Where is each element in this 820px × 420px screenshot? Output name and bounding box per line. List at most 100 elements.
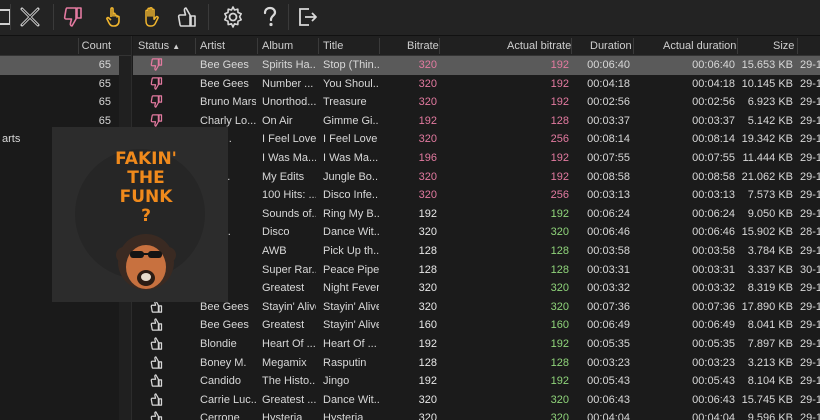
left-list-item[interactable]: 65 [0, 56, 131, 75]
cell-date: 29-1 [800, 337, 820, 350]
thumb-up-icon[interactable] [149, 317, 164, 335]
table-row[interactable]: pre...Super Rar...Peace Pipe12812800:03:… [133, 261, 820, 280]
cover-line-3: FUNK [120, 187, 174, 207]
thumb-down-icon [63, 7, 82, 27]
settings-button[interactable] [218, 2, 248, 32]
cell-artist: Boney M. [200, 356, 247, 369]
cell-dur: 00:08:14 [587, 133, 630, 146]
table-row[interactable]: nd V...DiscoDance Wit...32032000:06:4600… [133, 223, 820, 242]
header-actual-duration[interactable]: Actual duration [663, 40, 736, 52]
table-row[interactable]: Bee Gees Greatest Stayin' Alive 160 160 00:06… [133, 316, 820, 335]
cell-date: 29-1 [800, 59, 820, 71]
left-item-count: 65 [98, 114, 111, 127]
thumb-up-icon[interactable] [149, 373, 164, 391]
thumb-down-icon[interactable] [149, 57, 164, 75]
header-bitrate[interactable]: Bitrate [407, 40, 439, 52]
cell-dur: 00:06:40 [587, 59, 630, 71]
table-row[interactable]: Blondie Heart Of ... Heart Of ... 192 192 00:… [133, 335, 820, 354]
cell-size: 3.213 KB [747, 356, 793, 369]
cell-adur: 00:05:35 [692, 337, 735, 350]
cell-adur: 00:03:23 [692, 356, 735, 369]
table-row[interactable]: Cerrone Hysteria Hysteria 320 320 00:04:04 00:… [133, 409, 820, 420]
left-header: Count [0, 36, 131, 56]
cell-size: 3.784 KB [747, 244, 793, 257]
cell-bitrate: 320 [418, 77, 437, 90]
cell-album: Number ... [262, 77, 314, 90]
cell-size: 10.145 KB [741, 77, 793, 90]
help-button[interactable] [255, 2, 285, 32]
thumb-up-icon[interactable] [149, 355, 164, 373]
cell-adur: 00:07:55 [692, 151, 735, 164]
header-actual-bitrate[interactable]: Actual bitrate [507, 40, 571, 52]
table-row[interactable]: Bee Gees Stayin' Alive Stayin' Alive 320 320… [133, 298, 820, 317]
cell-adur: 00:02:56 [692, 96, 735, 109]
header-album[interactable]: Album [262, 40, 293, 52]
cell-abitrate: 192 [550, 337, 569, 350]
cell-bitrate: 320 [418, 393, 437, 406]
thumb-up-icon [177, 7, 196, 27]
cell-title: Gimme Gi... [323, 114, 379, 127]
table-row[interactable]: Boney M. Megamix Rasputin 128 128 00:03:23 00:… [133, 354, 820, 373]
close-x-button[interactable] [15, 2, 45, 32]
table-row[interactable]: Carrie Luc... Greatest ... Dance Wit... 320… [133, 391, 820, 410]
table-row[interactable]: Bee Gees Spirits Ha... Stop (Thin... 320 192… [133, 56, 820, 75]
table-row[interactable]: WardSounds of...Ring My B...19219200:06:… [133, 205, 820, 224]
cell-dur: 00:07:36 [587, 300, 630, 313]
table-row[interactable]: Bee Gees Number ... You Shoul... 320 192 00:0… [133, 75, 820, 94]
thumb-up-icon[interactable] [149, 410, 164, 420]
table-row[interactable]: Bruno Mars Unorthod... Treasure 320 192 00:02… [133, 93, 820, 112]
cell-dur: 00:02:56 [587, 96, 630, 109]
cell-dur: 00:04:18 [587, 77, 630, 90]
cell-date: 29-1 [800, 77, 820, 90]
table-row[interactable]: ge ...AWBPick Up th...12812800:03:5800:0… [133, 242, 820, 261]
cell-adur: 00:06:49 [692, 319, 735, 332]
thumb-down-button[interactable] [58, 2, 88, 32]
table-row[interactable]: k Th...My EditsJungle Bo...32019200:08:5… [133, 168, 820, 187]
cell-bitrate: 320 [418, 226, 437, 239]
album-cover-popup: FAKIN' THE FUNK ? [52, 127, 228, 302]
cell-date: 29-1 [800, 244, 820, 257]
thumb-down-icon[interactable] [149, 94, 164, 112]
header-title[interactable]: Title [323, 40, 343, 52]
cover-line-1: FAKIN' [115, 149, 177, 169]
cell-dur: 00:06:46 [587, 226, 630, 239]
table-row[interactable]: n Su...I Feel LoveI Feel Love32025600:08… [133, 130, 820, 149]
header-status[interactable]: Status ▲ [138, 40, 180, 52]
cell-title: Stayin' Alive [323, 319, 379, 332]
hand-open-button[interactable] [136, 2, 166, 32]
table-row[interactable]: Charly Lo... On Air Gimme Gi... 192 128 00:03… [133, 112, 820, 131]
exit-button[interactable] [292, 2, 322, 32]
cell-artist: Bee Gees [200, 300, 249, 313]
cell-artist: Charly Lo... [200, 114, 256, 127]
cell-abitrate: 320 [550, 393, 569, 406]
thumb-up-icon[interactable] [149, 336, 164, 354]
list-button[interactable] [0, 2, 16, 32]
cell-date: 29-1 [800, 319, 820, 332]
hand-pointer-button[interactable] [99, 2, 129, 32]
thumb-up-button[interactable] [172, 2, 202, 32]
count-header[interactable]: Count [82, 40, 111, 52]
cell-date: 29-1 [800, 282, 820, 295]
cell-size: 7.897 KB [747, 337, 793, 350]
header-duration[interactable]: Duration [590, 40, 632, 52]
thumb-down-icon[interactable] [149, 76, 164, 94]
cell-adur: 00:08:14 [692, 133, 735, 146]
cell-size: 21.062 KB [741, 170, 793, 183]
thumb-up-icon[interactable] [149, 392, 164, 410]
header-artist[interactable]: Artist [200, 40, 225, 52]
table-row[interactable]: eesGreatestNight Fever32032000:03:3200:0… [133, 279, 820, 298]
left-list-item[interactable]: 65 [0, 93, 131, 112]
album-cover-art: FAKIN' THE FUNK ? [52, 127, 228, 302]
table-row[interactable]: I Was Ma... I Was Ma... 196 192 00:07:55 00:0… [133, 149, 820, 168]
cell-title: Ring My B... [323, 207, 379, 220]
exit-icon [299, 8, 317, 26]
header-size[interactable]: Size [773, 40, 794, 52]
table-row[interactable]: ram...100 Hits: ...Disco Infe...32025600… [133, 186, 820, 205]
cell-album: The Histo... [262, 375, 316, 388]
cell-dur: 00:07:55 [587, 151, 630, 164]
cell-size: 19.342 KB [741, 133, 793, 146]
cell-date: 29-1 [800, 170, 820, 183]
table-row[interactable]: Candido The Histo... Jingo 192 192 00:05:43 00… [133, 372, 820, 391]
left-list-item[interactable]: 65 [0, 75, 131, 94]
cell-size: 15.902 KB [741, 226, 793, 239]
